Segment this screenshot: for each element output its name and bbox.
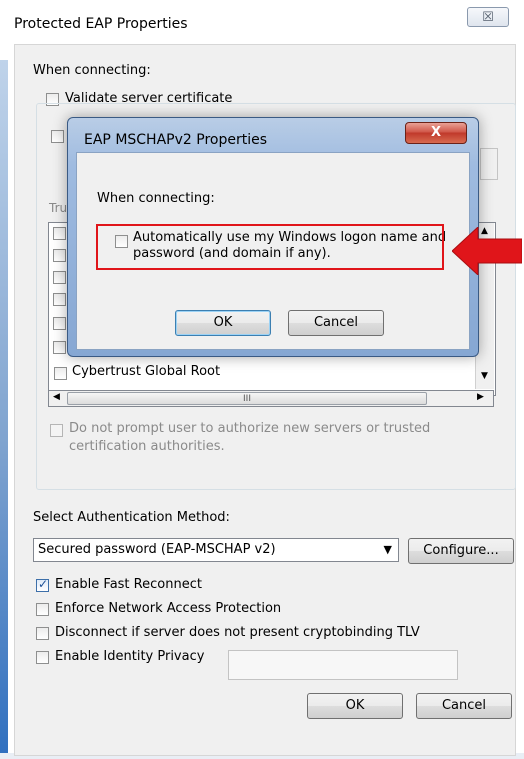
no-prompt-checkbox[interactable] (50, 424, 63, 437)
close-icon: ☒ (482, 10, 494, 25)
server-names-field[interactable] (480, 148, 498, 180)
ca-list-horizontal-scrollbar[interactable]: ◀ III ▶ (48, 390, 494, 407)
select-auth-label: Select Authentication Method: (33, 510, 230, 525)
enforce-nap-checkbox[interactable] (36, 603, 49, 616)
pointer-arrow-icon (452, 227, 522, 275)
scroll-left-icon[interactable]: ◀ (53, 392, 60, 402)
ca-checkbox[interactable] (53, 271, 66, 284)
enforce-nap-label[interactable]: Enforce Network Access Protection (55, 601, 281, 616)
scroll-right-icon[interactable]: ▶ (477, 392, 484, 402)
ca-checkbox[interactable] (53, 317, 66, 330)
window-edge-decoration (0, 60, 8, 759)
when-connecting-label: When connecting: (33, 63, 151, 78)
inner-when-connecting-label: When connecting: (97, 191, 215, 206)
no-prompt-label-line2: certification authorities. (69, 439, 225, 454)
inner-cancel-button[interactable]: Cancel (288, 310, 384, 336)
no-prompt-label-line1: Do not prompt user to authorize new serv… (69, 421, 431, 436)
ca-checkbox[interactable] (53, 341, 66, 354)
ca-item-cybertrust[interactable]: Cybertrust Global Root (72, 364, 220, 379)
chevron-down-icon: ▼ (383, 543, 392, 556)
auth-method-value: Secured password (EAP-MSCHAP v2) (38, 542, 276, 557)
disconnect-crypto-label[interactable]: Disconnect if server does not present cr… (55, 625, 420, 640)
close-button[interactable]: ☒ (467, 7, 509, 27)
ca-checkbox[interactable] (53, 227, 66, 240)
identity-privacy-field[interactable] (228, 650, 458, 680)
inner-ok-button[interactable]: OK (175, 310, 271, 336)
highlight-box (96, 224, 444, 270)
scroll-down-icon[interactable]: ▼ (481, 371, 488, 381)
identity-privacy-label[interactable]: Enable Identity Privacy (55, 649, 204, 664)
ca-checkbox[interactable] (53, 249, 66, 262)
scroll-thumb-grip: III (243, 394, 251, 404)
cancel-button[interactable]: Cancel (416, 693, 512, 719)
ok-button[interactable]: OK (307, 693, 403, 719)
identity-privacy-checkbox[interactable] (36, 651, 49, 664)
close-icon: X (430, 125, 442, 140)
dialog-title: Protected EAP Properties (14, 16, 188, 32)
inner-dialog-title: EAP MSCHAPv2 Properties (84, 132, 267, 148)
scroll-thumb[interactable]: III (67, 392, 427, 405)
disconnect-crypto-checkbox[interactable] (36, 627, 49, 640)
trusted-ca-label: Tru (49, 201, 68, 215)
ca-checkbox-cybertrust[interactable] (54, 367, 67, 380)
configure-button[interactable]: Configure... (408, 538, 514, 564)
inner-close-button[interactable]: X (405, 122, 467, 144)
connect-to-servers-checkbox[interactable] (51, 130, 64, 143)
fast-reconnect-label[interactable]: Enable Fast Reconnect (55, 577, 202, 592)
fast-reconnect-checkbox[interactable] (36, 577, 49, 592)
auth-method-select[interactable]: Secured password (EAP-MSCHAP v2) ▼ (33, 538, 399, 562)
ca-checkbox[interactable] (53, 293, 66, 306)
